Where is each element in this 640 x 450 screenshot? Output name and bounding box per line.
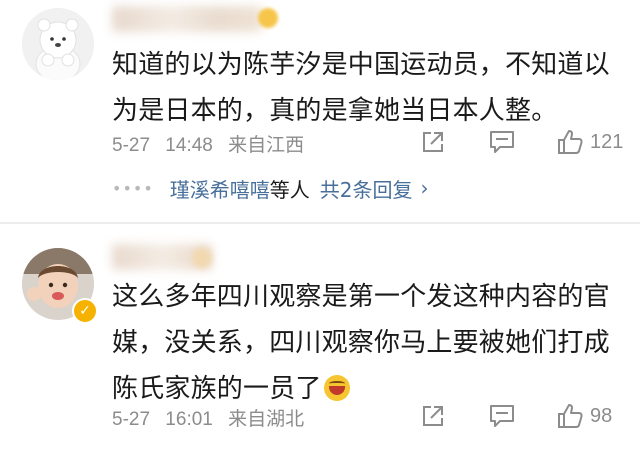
replies-preview[interactable]: •••• 瑾溪希嘻嘻 等人 共2条回复 ›	[112, 170, 632, 206]
avatar[interactable]	[22, 8, 94, 80]
reply-etc-label: 等人	[269, 177, 310, 202]
comment-item: ✓ 这么多年四川观察是第一个发这种内容的官 媒，没关系，四川观察你马上要被她们打…	[0, 224, 640, 450]
like-button[interactable]: 98	[556, 400, 612, 432]
share-button[interactable]	[420, 400, 446, 432]
comment-time: 14:48	[160, 135, 213, 156]
comment-meta: 5-27 14:48 来自江西	[112, 130, 314, 157]
like-count: 98	[590, 404, 613, 427]
comment-button[interactable]	[488, 400, 516, 432]
comment-list: 知道的以为陈芋汐是中国运动员，不知道以 为是日本的，真的是拿她当日本人整。 5-…	[0, 0, 640, 450]
chevron-right-icon: ›	[420, 176, 429, 200]
vip-badge-icon	[258, 8, 278, 28]
polar-bear-avatar-icon	[22, 8, 94, 80]
comment-meta: 5-27 16:01 来自湖北	[112, 404, 314, 431]
comment-location: 来自江西	[222, 135, 305, 156]
comment-button[interactable]	[488, 126, 516, 158]
comment-text: 这么多年四川观察是第一个发这种内容的官 媒，没关系，四川观察你马上要被她们打成 …	[112, 274, 626, 412]
share-icon	[423, 132, 443, 152]
comment-text-line: 陈氏家族的一员了	[112, 374, 322, 404]
replies-dots-icon: ••••	[112, 178, 154, 198]
share-icon	[423, 406, 443, 426]
reply-usernames[interactable]: 瑾溪希嘻嘻	[170, 174, 270, 203]
comment-icon	[490, 405, 514, 427]
comment-text-line: 这么多年四川观察是第一个发这种内容的官	[112, 282, 610, 312]
laughing-emoji-icon	[323, 375, 350, 401]
reply-count-link[interactable]: 共2条回复	[320, 174, 413, 203]
share-button[interactable]	[420, 126, 446, 158]
vip-badge-icon	[192, 248, 212, 268]
thumbs-up-icon	[558, 130, 583, 154]
comment-text: 知道的以为陈芋汐是中国运动员，不知道以 为是日本的，真的是拿她当日本人整。	[112, 42, 626, 134]
comment-location: 来自湖北	[222, 409, 305, 430]
comment-time: 16:01	[160, 409, 213, 430]
verified-badge-icon: ✓	[72, 298, 98, 324]
thumbs-up-icon	[558, 404, 583, 428]
comment-icon	[490, 131, 514, 153]
comment-date: 5-27	[112, 409, 151, 430]
like-count: 121	[590, 130, 624, 153]
like-button[interactable]: 121	[556, 126, 623, 158]
comment-date: 5-27	[112, 135, 151, 156]
comment-text-line: 媒，没关系，四川观察你马上要被她们打成	[112, 328, 610, 358]
comment-text-line: 为是日本的，真的是拿她当日本人整。	[112, 96, 558, 126]
comment-text-line: 知道的以为陈芋汐是中国运动员，不知道以	[112, 50, 610, 80]
comment-item: 知道的以为陈芋汐是中国运动员，不知道以 为是日本的，真的是拿她当日本人整。 5-…	[0, 0, 640, 222]
username-blurred[interactable]	[112, 6, 262, 32]
